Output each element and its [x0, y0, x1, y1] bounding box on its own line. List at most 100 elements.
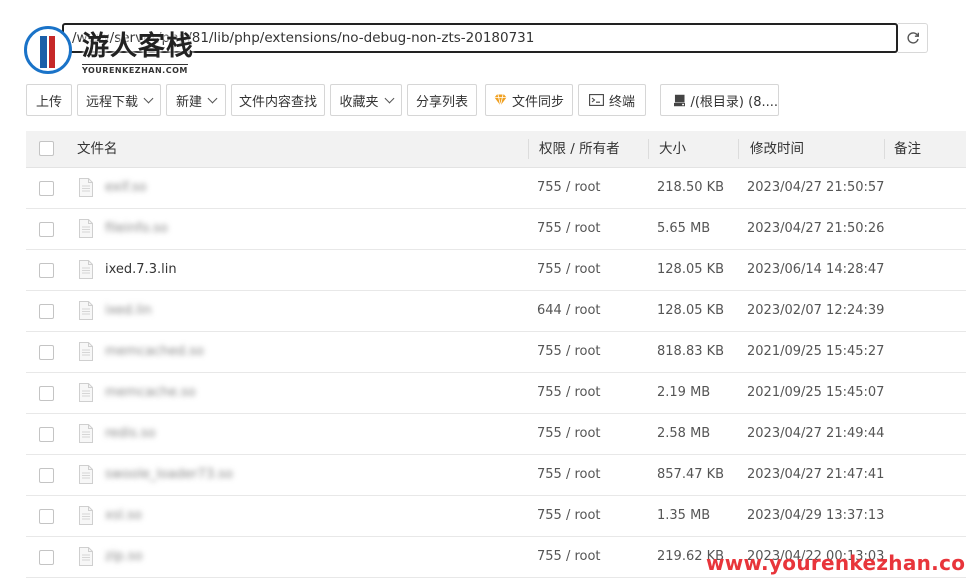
- file-name[interactable]: swoole_loader73.so: [105, 455, 233, 495]
- file-sync-button[interactable]: 文件同步: [485, 84, 573, 116]
- share-list-label: 分享列表: [415, 94, 468, 110]
- root-dir-label: /(根目录) (8....: [690, 94, 778, 110]
- file-size: 5.65 MB: [657, 221, 711, 236]
- file-name[interactable]: ixed.lin: [105, 291, 152, 331]
- favorites-label: 收藏夹: [339, 94, 379, 110]
- file-name[interactable]: memcached.so: [105, 332, 204, 372]
- file-icon: [79, 383, 93, 402]
- file-icon: [79, 547, 93, 566]
- file-permission[interactable]: 755 / root: [537, 168, 601, 208]
- new-button[interactable]: 新建: [166, 84, 226, 116]
- terminal-label: 终端: [608, 94, 635, 110]
- file-mtime: 2023/02/07 12:24:39: [747, 303, 885, 318]
- logo-subtitle: YOURENKEZHAN.COM: [82, 64, 188, 75]
- file-permission[interactable]: 755 / root: [537, 373, 601, 413]
- share-list-button[interactable]: 分享列表: [407, 84, 477, 116]
- row-checkbox[interactable]: [39, 509, 54, 524]
- file-mtime: 2023/04/27 21:50:57: [747, 180, 885, 195]
- row-checkbox[interactable]: [39, 427, 54, 442]
- file-size: 218.50 KB: [657, 180, 725, 195]
- refresh-icon: [906, 32, 919, 44]
- row-checkbox[interactable]: [39, 468, 54, 483]
- file-name[interactable]: ixed.7.3.lin: [105, 250, 177, 290]
- file-mtime: 2023/04/27 21:47:41: [747, 467, 885, 482]
- diamond-icon: [494, 94, 507, 106]
- file-permission[interactable]: 755 / root: [537, 496, 601, 536]
- new-label: 新建: [175, 94, 202, 110]
- table-row[interactable]: exif.so 755 / root 218.50 KB 2023/04/27 …: [26, 168, 966, 209]
- upload-label: 上传: [35, 94, 62, 110]
- file-size: 2.58 MB: [657, 426, 711, 441]
- file-permission[interactable]: 755 / root: [537, 537, 601, 577]
- remote-download-button[interactable]: 远程下载: [77, 84, 161, 116]
- file-permission[interactable]: 755 / root: [537, 250, 601, 290]
- file-permission[interactable]: 755 / root: [537, 414, 601, 454]
- row-checkbox[interactable]: [39, 386, 54, 401]
- column-divider: [648, 139, 649, 159]
- column-divider: [884, 139, 885, 159]
- column-header-mtime[interactable]: 修改时间: [750, 131, 804, 167]
- row-checkbox[interactable]: [39, 550, 54, 565]
- file-permission[interactable]: 755 / root: [537, 332, 601, 372]
- file-icon: [79, 178, 93, 197]
- file-icon: [79, 219, 93, 238]
- table-row[interactable]: memcached.so 755 / root 818.83 KB 2021/0…: [26, 332, 966, 373]
- refresh-button[interactable]: [898, 23, 928, 53]
- file-mtime: 2023/04/29 13:37:13: [747, 508, 885, 523]
- disk-icon: [674, 94, 686, 106]
- favorites-button[interactable]: 收藏夹: [330, 84, 402, 116]
- row-checkbox[interactable]: [39, 345, 54, 360]
- site-watermark: www.yourenkezhan.com: [706, 551, 966, 575]
- file-size: 128.05 KB: [657, 303, 725, 318]
- content-search-label: 文件内容查找: [238, 94, 317, 110]
- file-icon: [79, 301, 93, 320]
- select-all-checkbox[interactable]: [39, 141, 54, 156]
- table-row[interactable]: xsl.so 755 / root 1.35 MB 2023/04/29 13:…: [26, 496, 966, 537]
- file-permission[interactable]: 644 / root: [537, 291, 601, 331]
- logo-title: 游人客栈: [82, 31, 194, 62]
- row-checkbox[interactable]: [39, 181, 54, 196]
- file-mtime: 2021/09/25 15:45:27: [747, 344, 885, 359]
- file-name[interactable]: exif.so: [105, 168, 147, 208]
- column-header-permission[interactable]: 权限 / 所有者: [539, 131, 620, 167]
- remote-download-label: 远程下载: [85, 94, 138, 110]
- file-icon: [79, 424, 93, 443]
- file-name[interactable]: xsl.so: [105, 496, 142, 536]
- terminal-button[interactable]: 终端: [578, 84, 646, 116]
- table-header: 文件名 权限 / 所有者 大小 修改时间 备注: [26, 131, 966, 168]
- file-permission[interactable]: 755 / root: [537, 455, 601, 495]
- file-permission[interactable]: 755 / root: [537, 209, 601, 249]
- chevron-down-icon: [207, 93, 218, 103]
- file-size: 2.19 MB: [657, 385, 711, 400]
- file-size: 128.05 KB: [657, 262, 725, 277]
- column-header-size[interactable]: 大小: [659, 131, 686, 167]
- file-mtime: 2023/06/14 14:28:47: [747, 262, 885, 277]
- table-row[interactable]: ixed.lin 644 / root 128.05 KB 2023/02/07…: [26, 291, 966, 332]
- file-table: 文件名 权限 / 所有者 大小 修改时间 备注 exif.so 755 / ro…: [26, 131, 966, 578]
- upload-button[interactable]: 上传: [26, 84, 72, 116]
- column-header-name[interactable]: 文件名: [77, 131, 118, 167]
- file-name[interactable]: fileinfo.so: [105, 209, 168, 249]
- table-row[interactable]: fileinfo.so 755 / root 5.65 MB 2023/04/2…: [26, 209, 966, 250]
- file-icon: [79, 342, 93, 361]
- terminal-icon: [589, 94, 604, 106]
- row-checkbox[interactable]: [39, 222, 54, 237]
- content-search-button[interactable]: 文件内容查找: [231, 84, 325, 116]
- chevron-down-icon: [143, 93, 154, 103]
- root-dir-button[interactable]: /(根目录) (8....: [660, 84, 779, 116]
- column-header-note: 备注: [894, 141, 921, 157]
- file-size: 1.35 MB: [657, 508, 711, 523]
- table-row[interactable]: ixed.7.3.lin 755 / root 128.05 KB 2023/0…: [26, 250, 966, 291]
- address-bar: 游人客栈 YOURENKEZHAN.COM: [0, 0, 966, 82]
- table-row[interactable]: redis.so 755 / root 2.58 MB 2023/04/27 2…: [26, 414, 966, 455]
- table-row[interactable]: swoole_loader73.so 755 / root 857.47 KB …: [26, 455, 966, 496]
- row-checkbox[interactable]: [39, 304, 54, 319]
- file-mtime: 2023/04/27 21:50:26: [747, 221, 885, 236]
- file-name[interactable]: zip.so: [105, 537, 143, 577]
- file-mtime: 2021/09/25 15:45:07: [747, 385, 885, 400]
- file-name[interactable]: redis.so: [105, 414, 156, 454]
- table-row[interactable]: memcache.so 755 / root 2.19 MB 2021/09/2…: [26, 373, 966, 414]
- file-icon: [79, 506, 93, 525]
- file-name[interactable]: memcache.so: [105, 373, 196, 413]
- row-checkbox[interactable]: [39, 263, 54, 278]
